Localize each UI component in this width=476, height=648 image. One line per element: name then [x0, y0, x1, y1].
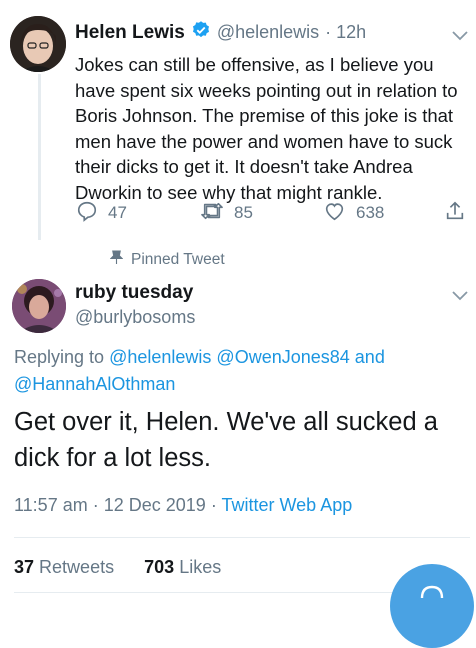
retweet-icon [200, 200, 224, 227]
pinned-tweet-label: Pinned Tweet [109, 250, 225, 270]
likes-stat[interactable]: 703 Likes [144, 557, 221, 577]
tweet2-text: Get over it, Helen. We've all sucked a d… [14, 408, 438, 472]
tweet-meta: 11:57 am · 12 Dec 2019 · Twitter Web App [14, 495, 352, 516]
tweet-time[interactable]: 11:57 am [14, 495, 88, 515]
like-icon [323, 200, 346, 227]
mention-hannahalothman[interactable]: @HannahAlOthman [14, 374, 175, 394]
avatar-ruby[interactable] [12, 279, 66, 333]
thread-line [38, 74, 41, 240]
share-button[interactable] [444, 200, 466, 226]
tweet1-header: Helen Lewis @helenlewis · 12h [75, 20, 366, 45]
like-total: 703 [144, 557, 175, 577]
mention-helenlewis[interactable]: @helenlewis [109, 347, 211, 367]
verified-icon [191, 20, 211, 45]
retweets-label: Retweets [39, 557, 115, 577]
chevron-down-icon[interactable] [452, 28, 468, 46]
replying-to: Replying to @helenlewis @OwenJones84 and… [14, 344, 464, 398]
retweets-stat[interactable]: 37 Retweets [14, 557, 114, 577]
tweet2-display-name[interactable]: ruby tuesday [75, 282, 193, 304]
tweet1-text: Jokes can still be offensive, as I belie… [75, 54, 458, 203]
replying-to-prefix: Replying to [14, 347, 105, 367]
tweet1-time[interactable]: · 12h [325, 22, 366, 43]
pin-icon [109, 250, 124, 270]
retweet-total: 37 [14, 557, 35, 577]
reply-count: 47 [108, 203, 127, 222]
mention-and[interactable]: and [355, 347, 385, 367]
meta-separator: · [92, 495, 104, 515]
likes-label: Likes [179, 557, 222, 577]
tweet2-handle[interactable]: @burlybosoms [75, 307, 195, 328]
like-count: 638 [356, 203, 385, 222]
share-icon [444, 199, 466, 228]
like-action[interactable]: 638 [323, 200, 384, 226]
avatar-helen[interactable] [10, 16, 66, 72]
retweet-action[interactable]: 85 [200, 200, 253, 226]
tweet-source[interactable]: Twitter Web App [222, 495, 353, 515]
divider [14, 537, 470, 538]
tweet-stats: 37 Retweets 703 Likes [14, 557, 221, 578]
mention-owenjones84[interactable]: @OwenJones84 [216, 347, 349, 367]
tweet1-handle[interactable]: @helenlewis [217, 22, 319, 43]
reply-icon [76, 200, 98, 227]
compose-button[interactable] [390, 564, 474, 648]
tweet-date[interactable]: 12 Dec 2019 [104, 495, 206, 515]
reply-action[interactable]: 47 [76, 200, 127, 226]
retweet-count: 85 [234, 203, 253, 222]
compose-icon [418, 584, 446, 605]
chevron-down-icon[interactable] [452, 288, 468, 306]
tweet1-display-name[interactable]: Helen Lewis [75, 22, 185, 44]
meta-separator: · [210, 495, 222, 515]
pinned-text: Pinned Tweet [131, 251, 225, 268]
